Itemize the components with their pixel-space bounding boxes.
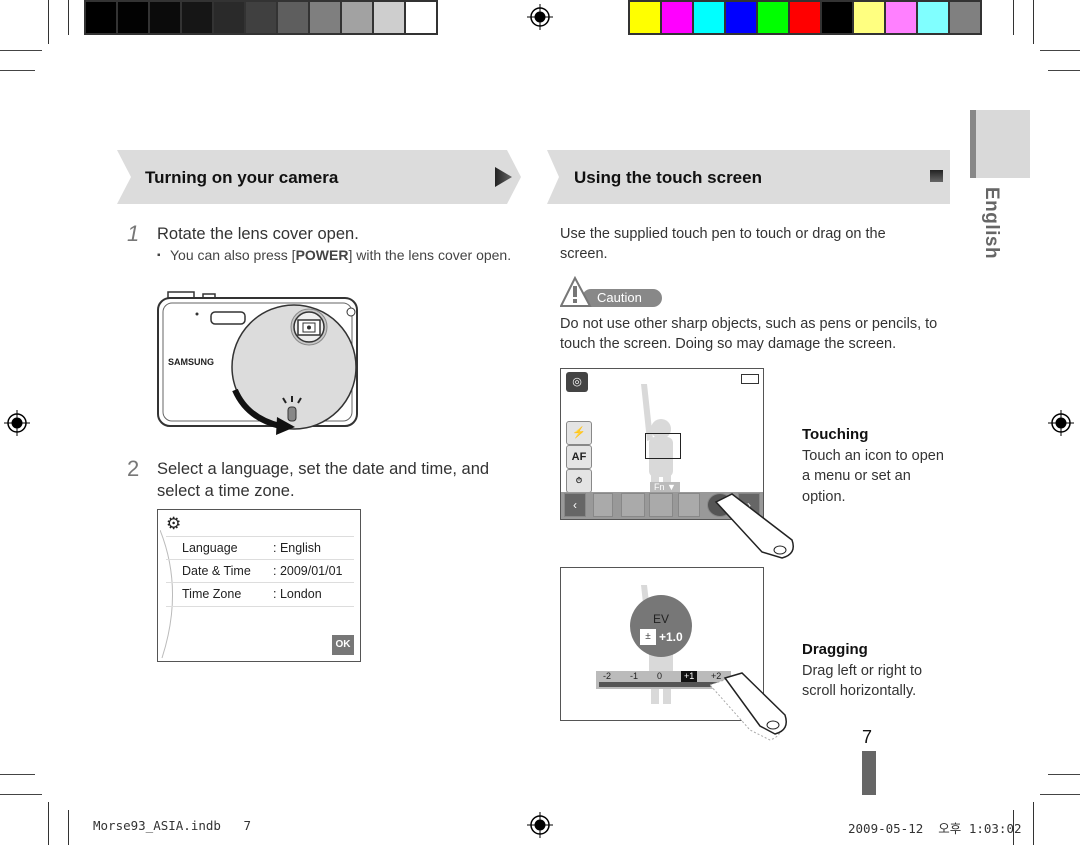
- crop-mark: [68, 810, 69, 845]
- power-key-label: POWER: [295, 247, 349, 263]
- triangle-right-icon: [495, 167, 512, 187]
- square-bullet-icon: [930, 170, 943, 182]
- crop-mark: [0, 50, 42, 51]
- color-swatch: [630, 2, 660, 33]
- dragging-title: Dragging: [802, 641, 868, 658]
- footer-filename: Morse93_ASIA.indb 7: [93, 818, 252, 833]
- grayscale-calibration-bar: [84, 0, 438, 35]
- color-swatch: [694, 2, 724, 33]
- crop-mark: [68, 0, 69, 35]
- color-swatch: [182, 2, 212, 33]
- step-1-bullet: ▪ You can also press [POWER] with the le…: [157, 247, 512, 263]
- crop-mark: [1048, 774, 1080, 775]
- section-title-turning-on: Turning on your camera: [145, 168, 339, 187]
- toolbar-size-button[interactable]: [621, 493, 645, 517]
- touch-pen-drag-icon: [709, 672, 787, 741]
- ev-scale-label: -2: [603, 671, 612, 681]
- timer-off-button[interactable]: ⏱: [566, 469, 592, 493]
- registration-mark-icon: [527, 4, 553, 30]
- color-swatch: [86, 2, 116, 33]
- color-swatch: [950, 2, 980, 33]
- color-swatch: [214, 2, 244, 33]
- settings-screen: ⚙ Language: English Date & Time: 2009/01…: [157, 509, 361, 662]
- crop-mark: [1040, 50, 1080, 51]
- color-swatch: [406, 2, 436, 33]
- color-swatch: [246, 2, 276, 33]
- toolbar-prev-button[interactable]: ‹: [564, 493, 586, 517]
- section-title-touch-screen: Using the touch screen: [574, 168, 762, 187]
- color-swatch: [374, 2, 404, 33]
- color-swatch: [118, 2, 148, 33]
- flash-button[interactable]: ⚡: [566, 421, 592, 445]
- settings-row-time-zone[interactable]: Time Zone: London: [166, 582, 354, 607]
- color-calibration-bar: [628, 0, 982, 35]
- step-number-2: 2: [127, 456, 140, 481]
- touching-caption: Touching Touch an icon to open a menu or…: [802, 425, 952, 507]
- toolbar-display-button[interactable]: [678, 493, 700, 517]
- af-button[interactable]: AF: [566, 445, 592, 469]
- crop-mark: [48, 0, 49, 44]
- toolbar-ev-button[interactable]: [593, 493, 613, 517]
- dragging-caption: Dragging Drag left or right to scroll ho…: [802, 640, 952, 702]
- ev-scale-label: 0: [657, 671, 663, 681]
- color-swatch: [342, 2, 372, 33]
- ev-dial: [630, 595, 692, 657]
- settings-row-date-time[interactable]: Date & Time: 2009/01/01: [166, 559, 354, 583]
- samsung-logo: SAMSUNG: [168, 357, 214, 367]
- crop-mark: [0, 794, 42, 795]
- focus-frame: [645, 433, 681, 459]
- ev-scale-label: -1: [630, 671, 639, 681]
- dragging-text: Drag left or right to scroll horizontall…: [802, 662, 923, 700]
- caution-text: Do not use other sharp objects, such as …: [560, 316, 938, 352]
- crop-mark: [1033, 802, 1034, 845]
- battery-icon: [741, 374, 759, 384]
- touch-intro-text: Use the supplied touch pen to touch or d…: [560, 226, 886, 262]
- step-number-1: 1: [127, 221, 140, 246]
- settings-row-language[interactable]: Language: English: [166, 536, 354, 560]
- color-swatch: [150, 2, 180, 33]
- fn-label: Fn ▼: [650, 482, 680, 492]
- color-swatch: [662, 2, 692, 33]
- ev-value: +1.0: [659, 630, 683, 644]
- registration-mark-icon: [1048, 410, 1074, 436]
- step-1-text: Rotate the lens cover open.: [157, 225, 359, 243]
- color-swatch: [854, 2, 884, 33]
- ev-label: EV: [653, 612, 670, 626]
- ok-button[interactable]: OK: [332, 635, 354, 655]
- toolbar-iso-button[interactable]: [649, 493, 673, 517]
- crop-mark: [1013, 0, 1014, 35]
- camera-mode-icon: ◎: [566, 372, 588, 392]
- color-swatch: [790, 2, 820, 33]
- crop-mark: [0, 774, 35, 775]
- caution-label: Caution: [597, 290, 642, 305]
- language-tab-label: English: [981, 186, 1003, 260]
- page-number: 7: [862, 727, 873, 747]
- ev-icon: ±: [640, 629, 656, 645]
- crop-mark: [1040, 794, 1080, 795]
- color-swatch: [822, 2, 852, 33]
- color-swatch: [918, 2, 948, 33]
- crop-mark: [1033, 0, 1034, 44]
- color-swatch: [310, 2, 340, 33]
- crop-mark: [1048, 70, 1080, 71]
- step-2-text: Select a language, set the date and time…: [157, 460, 490, 500]
- language-tab: [970, 110, 1030, 178]
- color-swatch: [758, 2, 788, 33]
- page-number-bar: [862, 751, 876, 795]
- registration-mark-icon: [4, 410, 30, 436]
- touching-title: Touching: [802, 426, 869, 443]
- crop-mark: [48, 802, 49, 845]
- touch-pen-icon: [714, 493, 794, 559]
- color-swatch: [278, 2, 308, 33]
- crop-mark: [0, 70, 35, 71]
- footer-timestamp: 2009-05-12 오후 1:03:02: [848, 821, 1022, 836]
- color-swatch: [726, 2, 756, 33]
- camera-illustration: SAMSUNG: [157, 291, 358, 435]
- color-swatch: [886, 2, 916, 33]
- touching-text: Touch an icon to open a menu or set an o…: [802, 447, 944, 505]
- registration-mark-icon: [527, 812, 553, 838]
